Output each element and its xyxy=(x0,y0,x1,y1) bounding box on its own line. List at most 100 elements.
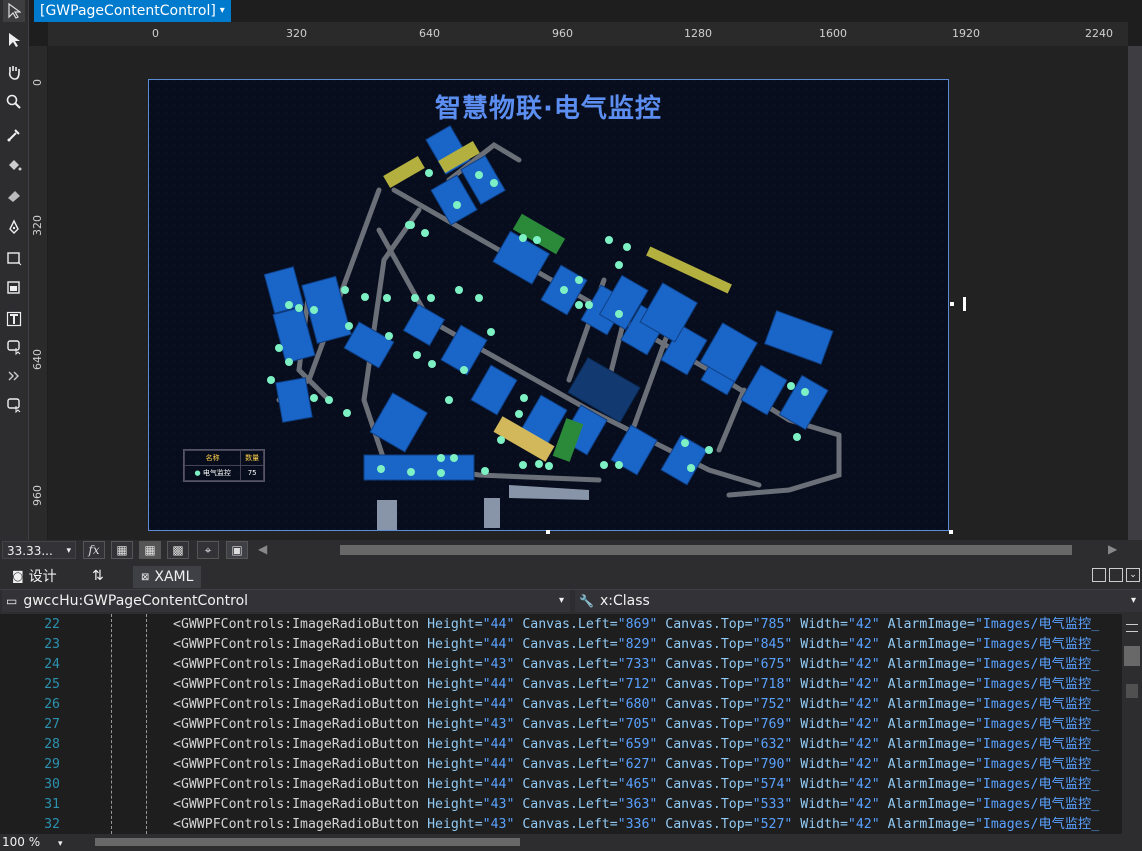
code-text: <GWWPFControls:ImageRadioButton Height="… xyxy=(173,817,1100,832)
formula-icon[interactable]: fx xyxy=(83,541,105,559)
selection-icon[interactable] xyxy=(3,29,25,51)
select-arrow-icon[interactable] xyxy=(3,0,25,22)
legend-header-count: 数量 xyxy=(240,450,264,466)
code-vertical-scrollbar[interactable] xyxy=(1122,614,1142,834)
code-text: <GWWPFControls:ImageRadioButton Height="… xyxy=(173,617,1100,632)
code-text: <GWWPFControls:ImageRadioButton Height="… xyxy=(173,677,1100,692)
code-line[interactable]: 28 <GWWPFControls:ImageRadioButton Height… xyxy=(0,735,1122,755)
text-icon[interactable] xyxy=(3,308,25,330)
page-content-control[interactable]: 智慧物联·电气监控 名称 数量 ● 电气监控 75 xyxy=(148,79,949,531)
split-vertical-icon[interactable] xyxy=(1092,568,1106,582)
designer-class-tab[interactable]: [GWPageContentControl] ▾ xyxy=(34,0,231,22)
code-line[interactable]: 32 <GWWPFControls:ImageRadioButton Height… xyxy=(0,815,1122,834)
legend-row-count: 75 xyxy=(240,465,264,481)
transparency-icon[interactable]: ▩ xyxy=(167,541,189,559)
code-line[interactable]: 31 <GWWPFControls:ImageRadioButton Height… xyxy=(0,795,1122,815)
member-dropdown[interactable]: 🔧 x:Class ▾ xyxy=(575,590,1142,612)
code-line[interactable]: 25 <GWWPFControls:ImageRadioButton Height… xyxy=(0,675,1122,695)
ruler-left-label: 640 xyxy=(31,349,44,370)
grid-icon[interactable]: ▦ xyxy=(111,541,133,559)
code-text: <GWWPFControls:ImageRadioButton Height="… xyxy=(173,737,1100,752)
designer-vertical-scrollbar[interactable] xyxy=(1128,46,1142,540)
ruler-left-label: 960 xyxy=(31,485,44,506)
member-dropdown-value: x:Class xyxy=(599,593,650,609)
code-line[interactable]: 24 <GWWPFControls:ImageRadioButton Height… xyxy=(0,655,1122,675)
ruler-top: 0 320 640 960 1280 1600 1920 2240 xyxy=(48,22,1128,46)
code-line[interactable]: 22 <GWWPFControls:ImageRadioButton Height… xyxy=(0,615,1122,635)
paint-bucket-icon[interactable] xyxy=(3,154,25,176)
chevron-down-icon: ▾ xyxy=(219,5,225,16)
resize-handle[interactable] xyxy=(963,297,966,311)
code-line[interactable]: 30 <GWWPFControls:ImageRadioButton Height… xyxy=(0,775,1122,795)
zoom-value: 33.33... xyxy=(7,544,53,558)
split-handle-icon[interactable] xyxy=(1126,624,1138,632)
scroll-left-icon[interactable]: ◀ xyxy=(258,542,267,556)
zoom-select[interactable]: 33.33... ▾ xyxy=(2,541,76,559)
eyedropper-icon[interactable] xyxy=(3,124,25,146)
resize-handle[interactable] xyxy=(949,530,953,534)
designer-class-label: [GWPageContentControl] xyxy=(40,3,216,19)
code-line[interactable]: 27 <GWWPFControls:ImageRadioButton Height… xyxy=(0,715,1122,735)
ruler-top-label: 0 xyxy=(152,27,159,40)
code-text: <GWWPFControls:ImageRadioButton Height="… xyxy=(173,777,1100,792)
tab-design-label: 设计 xyxy=(28,569,57,585)
asset-icon[interactable] xyxy=(3,394,25,416)
wrench-icon: 🔧 xyxy=(579,594,594,608)
scroll-right-icon[interactable]: ▶ xyxy=(1108,542,1117,556)
chevron-down-icon: ▾ xyxy=(558,595,564,606)
tab-xaml[interactable]: ⊠ XAML xyxy=(133,566,202,588)
class-dropdown-value: gwccHu:GWPageContentControl xyxy=(23,593,249,609)
line-number: 30 xyxy=(44,777,60,792)
split-horizontal-icon[interactable] xyxy=(1109,568,1123,582)
zoom-icon[interactable] xyxy=(3,91,25,113)
xaml-file-icon: ⊠ xyxy=(141,571,150,583)
more-tools-icon[interactable] xyxy=(3,365,25,387)
ruler-left: 0 320 640 960 xyxy=(29,46,47,540)
legend-row-name: 电气监控 xyxy=(202,469,231,477)
resize-handle[interactable] xyxy=(950,302,954,306)
ruler-top-label: 1280 xyxy=(684,27,712,40)
device-icon[interactable]: ▣ xyxy=(226,541,248,559)
snap-points-icon[interactable]: ⌖ xyxy=(197,541,219,559)
code-horizontal-scrollbar[interactable] xyxy=(95,838,520,846)
pan-hand-icon[interactable] xyxy=(3,61,25,83)
line-number: 22 xyxy=(44,617,60,632)
line-number: 24 xyxy=(44,657,60,672)
code-text: <GWWPFControls:ImageRadioButton Height="… xyxy=(173,637,1100,652)
editor-zoom-value: 100 % xyxy=(2,835,41,849)
rectangle-icon[interactable] xyxy=(3,247,25,269)
ruler-top-label: 960 xyxy=(552,27,573,40)
editor-zoom[interactable]: 100 % ▾ xyxy=(2,835,72,849)
control-icon[interactable] xyxy=(3,336,25,358)
ruler-top-label: 640 xyxy=(419,27,440,40)
code-line[interactable]: 23 <GWWPFControls:ImageRadioButton Height… xyxy=(0,635,1122,655)
line-number: 25 xyxy=(44,677,60,692)
layout-panel-icon[interactable] xyxy=(3,277,25,299)
line-number: 29 xyxy=(44,757,60,772)
line-number: 28 xyxy=(44,737,60,752)
scroll-thumb[interactable] xyxy=(1124,646,1140,666)
resize-handle[interactable] xyxy=(546,530,550,534)
legend-table: 名称 数量 ● 电气监控 75 xyxy=(183,449,265,482)
pen-icon[interactable] xyxy=(3,216,25,238)
designer-horizontal-scrollbar[interactable] xyxy=(340,545,1072,555)
code-text: <GWWPFControls:ImageRadioButton Height="… xyxy=(173,797,1100,812)
eraser-icon[interactable] xyxy=(3,184,25,206)
snap-grid-icon[interactable]: ▦ xyxy=(139,541,161,559)
code-text: <GWWPFControls:ImageRadioButton Height="… xyxy=(173,657,1100,672)
line-number: 31 xyxy=(44,797,60,812)
line-number: 23 xyxy=(44,637,60,652)
line-number: 26 xyxy=(44,697,60,712)
code-line[interactable]: 29 <GWWPFControls:ImageRadioButton Height… xyxy=(0,755,1122,775)
chevron-down-icon: ▾ xyxy=(66,546,71,556)
tab-design[interactable]: ◙ 设计 xyxy=(12,566,57,586)
map-title: 智慧物联·电气监控 xyxy=(435,94,662,124)
collapse-pane-icon[interactable]: ⌄ xyxy=(1126,568,1140,582)
toolbox xyxy=(0,0,29,540)
class-dropdown[interactable]: ▭ gwccHu:GWPageContentControl ▾ xyxy=(2,590,570,612)
swap-panes-icon[interactable]: ⇅ xyxy=(92,566,104,586)
code-text: <GWWPFControls:ImageRadioButton Height="… xyxy=(173,717,1100,732)
code-line[interactable]: 26 <GWWPFControls:ImageRadioButton Height… xyxy=(0,695,1122,715)
code-text: <GWWPFControls:ImageRadioButton Height="… xyxy=(173,757,1100,772)
campus-map xyxy=(149,80,948,530)
